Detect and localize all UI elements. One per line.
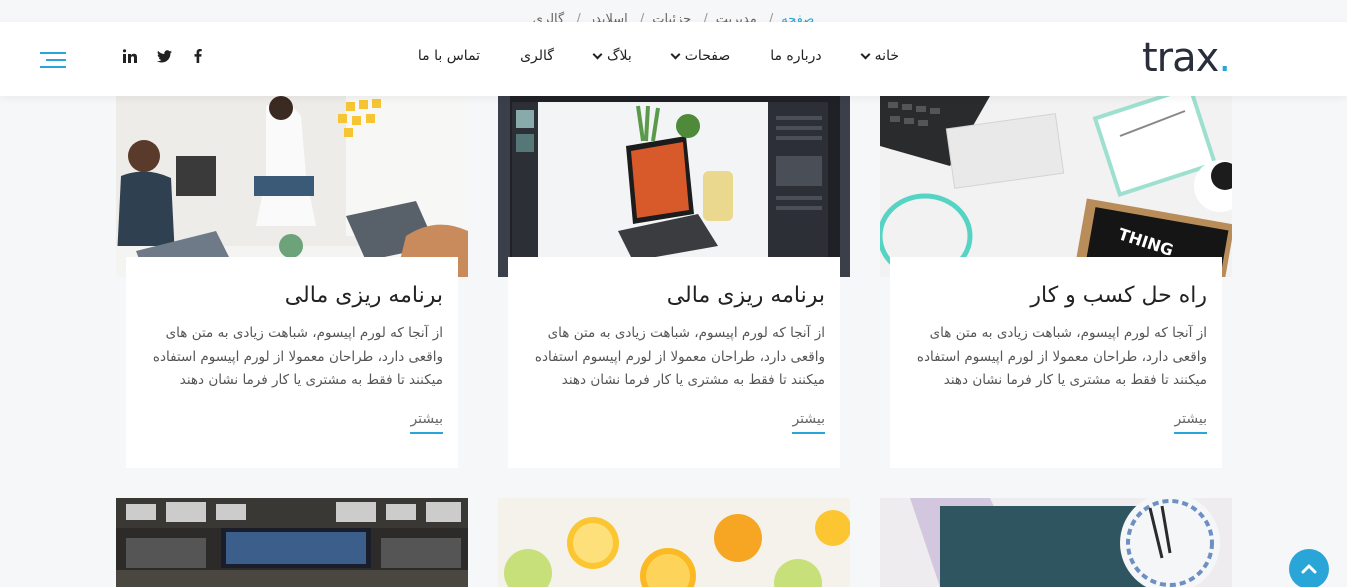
card-image-devices[interactable] — [498, 96, 850, 277]
logo[interactable]: trax. — [1142, 34, 1231, 82]
card-body: برنامه ریزی مالی از آنجا که لورم اپیسوم،… — [508, 257, 840, 468]
card-title[interactable]: راه حل کسب و کار — [905, 283, 1207, 308]
card-text: از آنجا که لورم اپیسوم، شباهت زیادی به م… — [152, 325, 443, 388]
social-links — [122, 48, 206, 64]
read-more-link[interactable]: بیشتر — [792, 411, 825, 434]
card-image-office[interactable] — [116, 96, 468, 277]
card-text: از آنجا که لورم اپیسوم، شباهت زیادی به م… — [916, 325, 1207, 388]
blog-card — [498, 498, 850, 587]
nav-item-pages[interactable]: صفحات — [670, 48, 730, 64]
nav-item-home[interactable]: خانه — [860, 48, 899, 64]
card-title[interactable]: برنامه ریزی مالی — [523, 283, 825, 308]
menu-toggle-icon[interactable] — [40, 52, 66, 73]
card-text: از آنجا که لورم اپیسوم، شباهت زیادی به م… — [534, 325, 825, 388]
chevron-up-icon — [1301, 564, 1317, 574]
card-image-desk[interactable]: THING — [880, 96, 1232, 277]
site-header: trax. خانه درباره ما صفحات بلاگ گالری تم… — [0, 22, 1347, 96]
chevron-down-icon — [592, 49, 603, 59]
linkedin-icon[interactable] — [122, 48, 138, 64]
card-image-studio[interactable] — [116, 498, 468, 587]
nav-item-about[interactable]: درباره ما — [770, 48, 821, 64]
scroll-top-button[interactable] — [1289, 549, 1329, 587]
chevron-down-icon — [860, 49, 871, 59]
read-more-link[interactable]: بیشتر — [1174, 411, 1207, 434]
blog-card — [880, 498, 1232, 587]
card-body: برنامه ریزی مالی از آنجا که لورم اپیسوم،… — [126, 257, 458, 468]
twitter-icon[interactable] — [156, 48, 172, 64]
card-image-citrus[interactable] — [498, 498, 850, 587]
blog-card: برنامه ریزی مالی از آنجا که لورم اپیسوم،… — [498, 96, 850, 468]
facebook-icon[interactable] — [190, 48, 206, 64]
nav-item-gallery[interactable]: گالری — [520, 48, 554, 64]
main-nav: خانه درباره ما صفحات بلاگ گالری تماس با … — [418, 48, 899, 64]
chevron-down-icon — [670, 49, 681, 59]
blog-card: برنامه ریزی مالی از آنجا که لورم اپیسوم،… — [116, 96, 468, 468]
card-body: راه حل کسب و کار از آنجا که لورم اپیسوم،… — [890, 257, 1222, 468]
read-more-link[interactable]: بیشتر — [410, 411, 443, 434]
nav-item-contact[interactable]: تماس با ما — [418, 48, 480, 64]
nav-item-blog[interactable]: بلاگ — [592, 48, 632, 64]
blog-card: THING راه حل کسب و کار از آنجا که لورم ا… — [880, 96, 1232, 468]
card-image-tableware[interactable] — [880, 498, 1232, 587]
blog-card — [116, 498, 468, 587]
card-title[interactable]: برنامه ریزی مالی — [141, 283, 443, 308]
